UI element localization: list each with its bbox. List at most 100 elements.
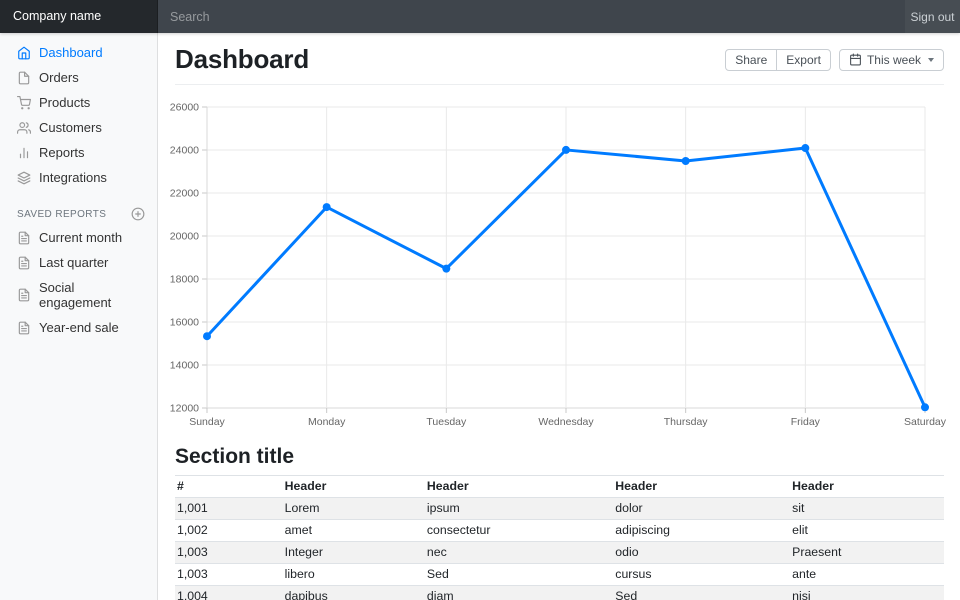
svg-text:Tuesday: Tuesday [426,416,467,428]
sidebar-item-products[interactable]: Products [0,90,158,115]
saved-reports-title: Saved reports [17,209,106,220]
saved-report-last-quarter[interactable]: Last quarter [0,250,158,275]
sidebar-item-orders[interactable]: Orders [0,65,158,90]
table-cell: odio [613,542,790,564]
file-icon [17,71,31,85]
table-cell: sit [790,498,944,520]
table-cell: libero [283,564,425,586]
table-cell: 1,002 [175,520,283,542]
svg-text:Friday: Friday [791,416,821,428]
brand-link[interactable]: Company name [0,0,158,33]
sidebar-item-label: Orders [39,70,79,85]
shopping-cart-icon [17,96,31,110]
svg-text:12000: 12000 [170,403,199,415]
table-cell: diam [425,586,613,600]
table-cell: consectetur [425,520,613,542]
sidebar-nav: Dashboard Orders Products Customers Reports I… [0,40,158,190]
plus-circle-icon [131,207,145,221]
top-navbar: Company name Sign out [0,0,960,33]
file-text-icon [17,288,31,302]
table-row: 1,003liberoSedcursusante [175,564,944,586]
sidebar-item-label: Products [39,95,90,110]
table-body: 1,001Loremipsumdolorsit1,002ametconsecte… [175,498,944,600]
table-header-cell: Header [790,476,944,498]
toolbar: Share Export This week [725,49,944,71]
saved-report-social-engagement[interactable]: Social engagement [0,275,158,315]
svg-text:Sunday: Sunday [189,416,225,428]
table-cell: nisi [790,586,944,600]
table-cell: Praesent [790,542,944,564]
svg-text:18000: 18000 [170,274,199,286]
table-row: 1,003IntegernecodioPraesent [175,542,944,564]
svg-text:16000: 16000 [170,317,199,329]
page-title: Dashboard [175,44,309,75]
saved-report-label: Last quarter [39,255,108,270]
home-icon [17,46,31,60]
table-cell: Sed [613,586,790,600]
table-cell: 1,004 [175,586,283,600]
sidebar-item-dashboard[interactable]: Dashboard [0,40,158,65]
svg-text:20000: 20000 [170,231,199,243]
svg-text:Thursday: Thursday [664,416,709,428]
page-header: Dashboard Share Export This week [175,33,944,85]
table-cell: ante [790,564,944,586]
table-cell: adipiscing [613,520,790,542]
period-dropdown-button[interactable]: This week [839,49,944,71]
sidebar-item-reports[interactable]: Reports [0,140,158,165]
share-export-group: Share Export [725,49,831,71]
table-cell: nec [425,542,613,564]
sidebar-item-label: Customers [39,120,102,135]
svg-text:22000: 22000 [170,188,199,200]
svg-text:Wednesday: Wednesday [538,416,594,428]
share-button[interactable]: Share [725,49,777,71]
saved-report-label: Social engagement [39,280,141,310]
svg-text:24000: 24000 [170,145,199,157]
chart-container: 1200014000160001800020000220002400026000… [175,98,944,430]
saved-report-year-end-sale[interactable]: Year-end sale [0,315,158,340]
svg-text:14000: 14000 [170,360,199,372]
table-cell: cursus [613,564,790,586]
chevron-down-icon [928,58,934,62]
sign-out-link[interactable]: Sign out [905,0,960,33]
saved-report-label: Current month [39,230,122,245]
users-icon [17,121,31,135]
svg-text:Saturday: Saturday [904,416,947,428]
table-cell: 1,003 [175,564,283,586]
section-title: Section title [175,445,944,469]
table-head: #HeaderHeaderHeaderHeader [175,476,944,498]
saved-reports-list: Current month Last quarter Social engageme… [0,225,158,340]
table-header-cell: # [175,476,283,498]
sidebar-item-customers[interactable]: Customers [0,115,158,140]
table-cell: Lorem [283,498,425,520]
svg-text:26000: 26000 [170,102,199,114]
table-cell: amet [283,520,425,542]
table-cell: Integer [283,542,425,564]
saved-report-label: Year-end sale [39,320,119,335]
export-button[interactable]: Export [776,49,831,71]
weekly-traffic-line-chart: 1200014000160001800020000220002400026000… [175,98,945,430]
sidebar-item-label: Dashboard [39,45,103,60]
table-cell: dolor [613,498,790,520]
table-row: 1,004dapibusdiamSednisi [175,586,944,600]
saved-report-current-month[interactable]: Current month [0,225,158,250]
search-input[interactable] [158,0,905,33]
svg-text:Monday: Monday [308,416,346,428]
add-report-button[interactable] [131,207,145,221]
main-content: Dashboard Share Export This week 1200014… [158,33,960,600]
table-header-cell: Header [283,476,425,498]
calendar-icon-slot [849,53,862,66]
sidebar-item-integrations[interactable]: Integrations [0,165,158,190]
table-row: 1,002ametconsecteturadipiscingelit [175,520,944,542]
sidebar-item-label: Integrations [39,170,107,185]
saved-reports-header: Saved reports [0,203,158,225]
table-cell: elit [790,520,944,542]
table-header-cell: Header [613,476,790,498]
period-label: This week [867,53,921,67]
table-cell: 1,003 [175,542,283,564]
bar-chart-icon [17,146,31,160]
file-text-icon [17,231,31,245]
file-text-icon [17,321,31,335]
table-row: 1,001Loremipsumdolorsit [175,498,944,520]
data-table: #HeaderHeaderHeaderHeader 1,001Loremipsu… [175,475,944,600]
sidebar: Dashboard Orders Products Customers Reports I… [0,33,158,600]
